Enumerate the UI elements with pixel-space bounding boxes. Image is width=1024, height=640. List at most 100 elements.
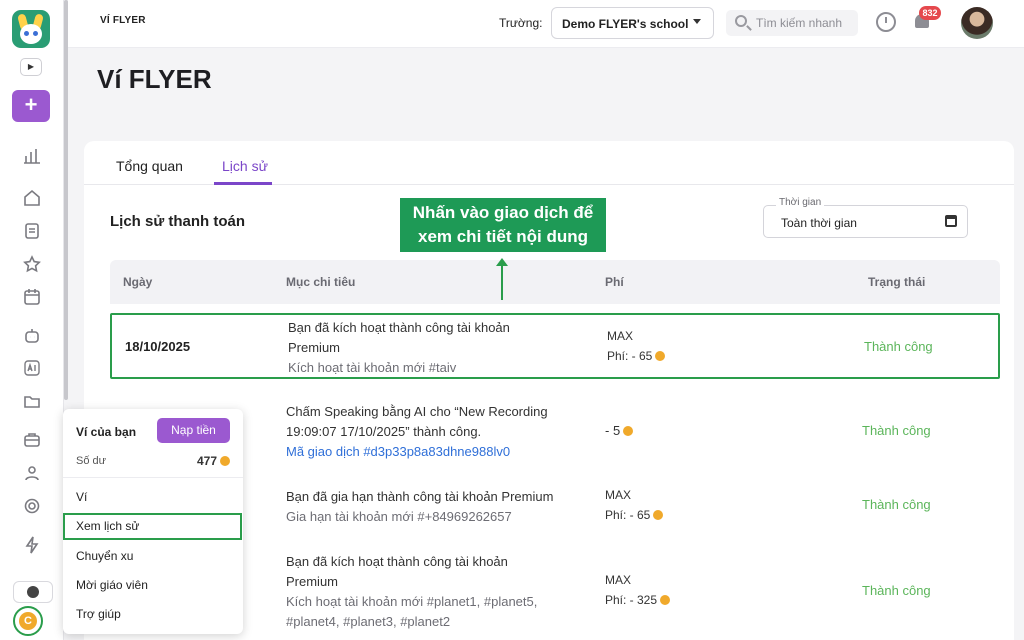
table-row[interactable]: 18/10/2025 Bạn đã kích hoạt thành công t… <box>110 313 1000 379</box>
tab-bar: Tổng quan Lịch sử <box>84 141 1014 185</box>
calendar-icon[interactable] <box>945 215 957 227</box>
transaction-id-link[interactable]: Mã giao dịch #d3p33p8a83dhne988lv0 <box>286 442 606 462</box>
wallet-title: Ví của bạn <box>76 425 137 439</box>
row-date: 18/10/2025 <box>125 339 191 354</box>
row-description: Bạn đã kích hoạt thành công tài khoản Pr… <box>286 552 586 632</box>
wallet-menu-transfer[interactable]: Chuyển xu <box>76 549 133 563</box>
column-header-status: Trạng thái <box>868 275 926 289</box>
row-status: Thành công <box>862 423 931 438</box>
calendar-icon[interactable] <box>23 288 41 306</box>
users-icon[interactable] <box>23 464 41 482</box>
folder-icon[interactable] <box>23 392 41 410</box>
divider <box>63 477 243 478</box>
ai-icon[interactable] <box>23 359 41 377</box>
row-fee-amount: - 5 <box>605 423 621 438</box>
row-fee: - 5 <box>605 421 634 441</box>
wallet-popup: Ví của bạn Nạp tiền Số dư 477 Ví Xem lịc… <box>63 409 243 634</box>
robot-icon[interactable] <box>23 327 41 345</box>
callout-annotation: Nhấn vào giao dịch để xem chi tiết nội d… <box>400 198 606 252</box>
topup-button[interactable]: Nạp tiền <box>157 418 230 443</box>
rail-scrollbar[interactable] <box>64 0 68 400</box>
row-desc-sub: Kích hoạt tài khoản mới #taiv <box>288 360 457 375</box>
coin-icon <box>660 595 671 605</box>
toggle-icon[interactable] <box>13 581 53 603</box>
tab-history[interactable]: Lịch sử <box>222 158 268 174</box>
row-fee-amount: Phí: - 65 <box>607 349 653 363</box>
row-desc-line: Premium <box>286 574 339 589</box>
wallet-menu-invite[interactable]: Mời giáo viên <box>76 578 148 592</box>
home-icon[interactable] <box>23 189 41 207</box>
balance-label: Số dư <box>76 455 106 467</box>
balance-value: 477 <box>197 454 230 468</box>
row-desc-line: Chấm Speaking bằng AI cho “New Recording <box>286 404 548 419</box>
callout-line: Nhấn vào giao dịch để <box>412 203 594 222</box>
avatar[interactable] <box>961 7 993 39</box>
chart-icon[interactable] <box>23 147 41 165</box>
table-row[interactable]: Chấm Speaking bằng AI cho “New Recording… <box>110 399 1000 465</box>
coin-icon <box>220 456 230 466</box>
history-icon[interactable] <box>876 12 896 32</box>
search-placeholder: Tìm kiếm nhanh <box>756 16 843 30</box>
lightning-icon[interactable] <box>23 536 41 554</box>
app-name: VÍ FLYER <box>100 15 146 26</box>
table-row[interactable]: Bạn đã gia hạn thành công tài khoản Prem… <box>110 485 1000 535</box>
table-header: Ngày Mục chi tiêu Phí Trạng thái <box>110 260 1000 304</box>
row-fee-amount: Phí: - 65 <box>605 508 651 522</box>
row-desc-line: Bạn đã gia hạn thành công tài khoản Prem… <box>286 489 554 504</box>
row-desc-line: 19:09:07 17/10/2025” thành công. <box>286 424 482 439</box>
row-status: Thành công <box>862 583 931 598</box>
row-status: Thành công <box>864 339 933 354</box>
callout-arrow <box>501 264 503 300</box>
coin-icon <box>653 510 664 520</box>
star-icon[interactable] <box>23 255 41 273</box>
settings-icon[interactable] <box>23 497 41 515</box>
play-icon[interactable]: ▶ <box>20 58 42 76</box>
wallet-coin-icon[interactable]: C <box>13 606 43 636</box>
tab-overview[interactable]: Tổng quan <box>116 158 183 174</box>
add-button[interactable]: + <box>12 90 50 122</box>
left-rail: ▶ + C <box>0 0 64 640</box>
briefcase-icon[interactable] <box>23 431 41 449</box>
row-fee: MAX Phí: - 65 <box>605 485 664 525</box>
row-description: Bạn đã kích hoạt thành công tài khoản Pr… <box>288 318 578 378</box>
chevron-down-icon <box>693 19 701 24</box>
row-desc-line: Premium <box>288 340 341 355</box>
row-description: Bạn đã gia hạn thành công tài khoản Prem… <box>286 487 606 527</box>
table-row[interactable]: Bạn đã kích hoạt thành công tài khoản Pr… <box>110 551 1000 637</box>
document-icon[interactable] <box>23 222 41 240</box>
row-desc-sub: Gia hạn tài khoản mới #+84969262657 <box>286 509 512 524</box>
time-filter-label: Thời gian <box>776 197 825 208</box>
active-tab-indicator <box>214 182 272 185</box>
row-description: Chấm Speaking bằng AI cho “New Recording… <box>286 402 606 462</box>
search-icon <box>735 15 747 27</box>
row-fee-amount: Phí: - 325 <box>605 593 658 607</box>
time-filter-select[interactable]: Toàn thời gian <box>763 205 968 238</box>
column-header-date: Ngày <box>123 275 153 289</box>
school-label: Trường: <box>499 16 543 30</box>
row-fee-plan: MAX <box>607 329 634 343</box>
column-header-fee: Phí <box>605 275 624 289</box>
page-title: Ví FLYER <box>97 64 212 94</box>
wallet-menu-help[interactable]: Trợ giúp <box>76 607 121 621</box>
school-select[interactable]: Demo FLYER's school <box>551 7 714 39</box>
callout-line: xem chi tiết nội dung <box>417 227 588 246</box>
coin-icon <box>623 426 634 436</box>
row-desc-sub: Kích hoạt tài khoản mới #planet1, #plane… <box>286 594 538 609</box>
row-fee: MAX Phí: - 325 <box>605 570 671 610</box>
row-fee: MAX Phí: - 65 <box>607 326 666 366</box>
row-desc-line: Bạn đã kích hoạt thành công tài khoản <box>288 320 510 335</box>
top-bar: VÍ FLYER Trường: Demo FLYER's school Tìm… <box>68 0 1024 48</box>
row-fee-plan: MAX <box>605 488 632 502</box>
row-desc-line: Bạn đã kích hoạt thành công tài khoản <box>286 554 508 569</box>
flyer-logo-icon[interactable] <box>12 10 50 48</box>
wallet-menu-wallet[interactable]: Ví <box>76 490 87 504</box>
search-input[interactable]: Tìm kiếm nhanh <box>726 10 858 36</box>
wallet-menu-history[interactable]: Xem lịch sử <box>76 519 139 533</box>
row-desc-sub: #planet4, #planet3, #planet2 <box>286 614 451 629</box>
row-status: Thành công <box>862 497 931 512</box>
row-fee-plan: MAX <box>605 573 632 587</box>
coin-icon <box>655 351 666 361</box>
column-header-item: Mục chi tiêu <box>286 275 356 289</box>
time-filter-value: Toàn thời gian <box>781 216 857 230</box>
school-value: Demo FLYER's school <box>562 17 689 31</box>
